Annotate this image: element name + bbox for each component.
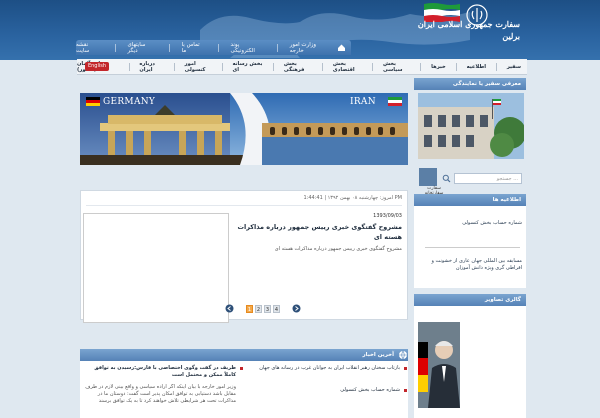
divider: [114, 43, 116, 52]
ambassador-section-header: معرفی سفیر یا نمایندگی: [414, 78, 526, 90]
nav-item-about-iran[interactable]: درباره ایران: [139, 61, 163, 73]
announcement-item[interactable]: شماره حساب بخش کنسولی: [418, 220, 522, 227]
divider: [420, 62, 422, 71]
article-date: 1393/09/03: [373, 213, 402, 219]
divider: [217, 43, 219, 52]
page-number-2[interactable]: 2: [255, 304, 262, 313]
divider: [372, 62, 373, 71]
nav-item-political[interactable]: بخش سیاسی: [383, 61, 410, 73]
top-nav-item-contact[interactable]: تماس با ما: [182, 42, 206, 54]
nav-item-announcements[interactable]: اطلاعیه: [467, 64, 486, 70]
germany-iran-banner: GERMANY IRAN: [80, 93, 408, 165]
article-pager: 1 2 3 4: [225, 304, 301, 313]
top-nav-item-mfa[interactable]: وزارت امور خارجه: [290, 42, 331, 54]
divider: [322, 62, 323, 71]
embassy-title-line1: سفارت جمهوری اسلامی ایران: [417, 19, 520, 29]
divider: [273, 62, 274, 71]
page-number-1[interactable]: 1: [246, 304, 253, 313]
bullet-icon: [404, 367, 407, 370]
divider: [276, 43, 278, 52]
announcements-section-header: اطلاعیه ها: [414, 194, 526, 206]
search-input[interactable]: جستجو ...: [454, 173, 522, 184]
main-nav: سفیر اطلاعیه خبرها بخش سیاسی بخش اقتصادی…: [77, 59, 527, 75]
top-utility-nav: نقشه سایت سایتهای دیگر تماس با ما پوند ا…: [76, 40, 351, 55]
divider: [425, 247, 520, 248]
divider: [455, 62, 457, 71]
divider: [168, 43, 170, 52]
pager-next-icon[interactable]: [292, 304, 301, 313]
pager-prev-icon[interactable]: [225, 304, 234, 313]
nav-item-consular[interactable]: امور کنسولی: [185, 61, 212, 73]
latest-news-item[interactable]: شماره حساب بخش کنسولی: [248, 387, 400, 394]
nav-item-ambassador[interactable]: سفیر: [507, 64, 521, 70]
latest-news-item[interactable]: ظریف در گفت وگوی اختصاصی با فارس:رسیدن ب…: [84, 365, 236, 379]
gallery-photo-image: [418, 322, 460, 408]
divider: [173, 62, 175, 71]
english-language-button[interactable]: English: [85, 62, 109, 71]
latest-news-item[interactable]: بازتاب سخنان رهبر انقلاب ایران به جوانان…: [248, 365, 400, 372]
divider: [128, 62, 130, 71]
search-icon[interactable]: [442, 174, 451, 183]
article-title[interactable]: مشروح گفتگوی خبری رییس جمهور درباره مذاک…: [232, 222, 402, 242]
sidebar: معرفی سفیر یا نمایندگی: [414, 78, 526, 90]
embassy-title-line2: برلین: [502, 31, 520, 41]
nav-item-cultural[interactable]: بخش فرهنگی: [284, 61, 312, 73]
article-media-frame[interactable]: [83, 213, 229, 323]
nav-item-media[interactable]: بخش رسانه ای: [232, 61, 263, 73]
top-nav-item-other-sites[interactable]: سایتهای دیگر: [128, 42, 157, 54]
latest-news-summary: وزیر امور خارجه با بیان اینکه اگر اراده …: [85, 384, 236, 404]
page-number-3[interactable]: 3: [264, 304, 271, 313]
article-summary: مشروح گفتگوی خبری رییس جمهور درباره مذاک…: [274, 246, 402, 252]
gallery-section-header: گالری تصاویر: [414, 294, 526, 306]
embassy-building-picture: [418, 93, 524, 159]
nav-item-economic[interactable]: بخش اقتصادی: [333, 61, 362, 73]
embassy-building-image[interactable]: [418, 93, 524, 159]
latest-news-header: آخرین اخبار: [80, 349, 408, 361]
banner-label-iran: IRAN: [350, 97, 376, 107]
gallery-photo[interactable]: [418, 322, 460, 408]
announcement-item[interactable]: مسابقه بین المللی جهان عاری از خشونت و ا…: [418, 258, 522, 272]
divider: [221, 62, 223, 71]
bullet-icon: [404, 389, 407, 392]
embassy-title: سفارت جمهوری اسلامی ایران برلین: [418, 18, 520, 42]
home-icon[interactable]: [337, 43, 346, 52]
nav-item-news[interactable]: خبرها: [431, 64, 446, 70]
bullet-icon: [240, 367, 243, 370]
current-date-time: امروز: چهارشنبه ۰۸ بهمن ۱۳۹۲ | 1:44:41 P…: [86, 195, 402, 206]
embassy-thumbnail[interactable]: [419, 168, 437, 186]
banner-label-germany: GERMANY: [103, 97, 156, 107]
top-nav-item-email[interactable]: پوند الکترونیکی: [231, 42, 265, 54]
divider: [496, 62, 497, 71]
globe-icon: [399, 350, 407, 360]
page-number-4[interactable]: 4: [273, 304, 280, 313]
top-nav-item-sitemap[interactable]: نقشه سایت: [76, 42, 103, 54]
